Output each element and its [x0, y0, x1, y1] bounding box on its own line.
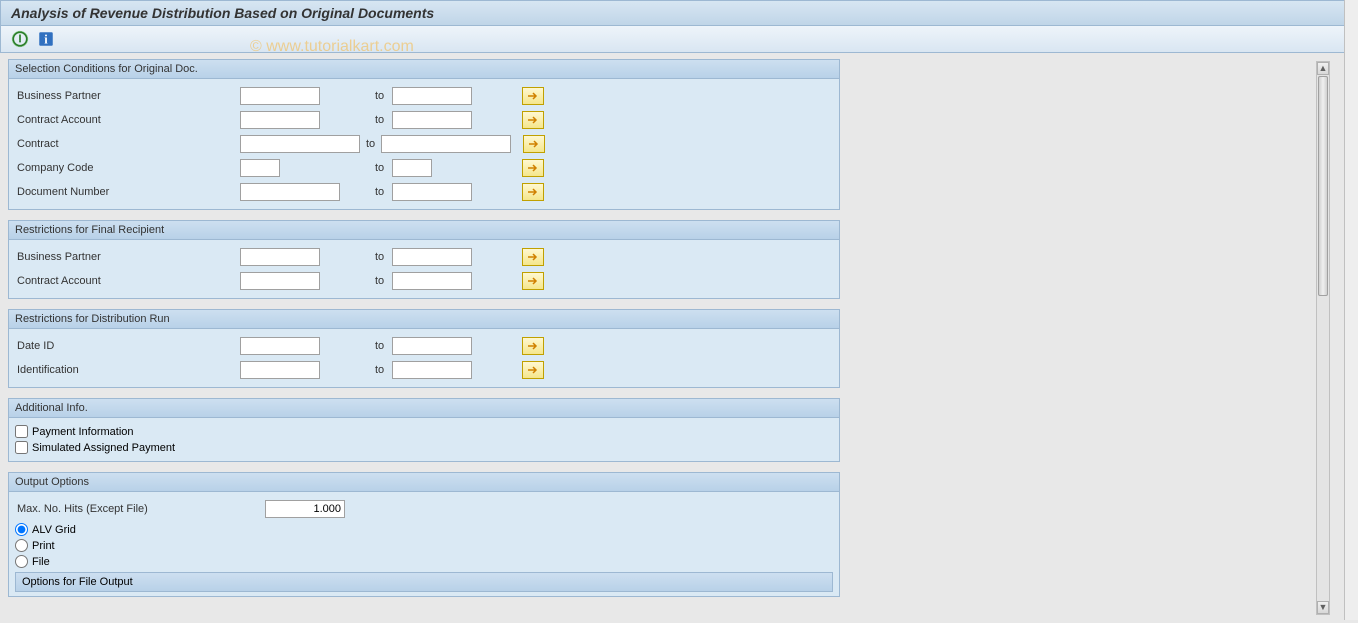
row-rec-contract-account: Contract Account to — [15, 270, 833, 292]
sub-group-header: Options for File Output — [15, 572, 833, 592]
alv-grid-radio[interactable] — [15, 523, 28, 536]
multi-select-button[interactable] — [522, 183, 544, 201]
document-number-to[interactable] — [392, 183, 472, 201]
checkbox-payment-info: Payment Information — [15, 425, 833, 438]
label: Identification — [15, 364, 240, 376]
group-header: Selection Conditions for Original Doc. — [9, 60, 839, 79]
company-code-from[interactable] — [240, 159, 280, 177]
print-radio[interactable] — [15, 539, 28, 552]
scroll-thumb[interactable] — [1318, 76, 1328, 296]
contract-from[interactable] — [240, 135, 360, 153]
group-header: Restrictions for Distribution Run — [9, 310, 839, 329]
multi-select-button[interactable] — [523, 135, 545, 153]
payment-information-checkbox[interactable] — [15, 425, 28, 438]
to-label: to — [375, 251, 384, 263]
contract-account-to[interactable] — [392, 111, 472, 129]
multi-select-button[interactable] — [522, 248, 544, 266]
group-header: Additional Info. — [9, 399, 839, 418]
radio-label: Print — [32, 540, 55, 552]
label: Contract Account — [15, 114, 240, 126]
right-panel: ▲ ▼ — [848, 53, 1358, 623]
checkbox-simulated-payment: Simulated Assigned Payment — [15, 441, 833, 454]
info-icon[interactable]: i — [37, 30, 55, 48]
checkbox-label: Payment Information — [32, 426, 134, 438]
row-date-id: Date ID to — [15, 335, 833, 357]
multi-select-button[interactable] — [522, 111, 544, 129]
business-partner-from[interactable] — [240, 87, 320, 105]
label: Document Number — [15, 186, 240, 198]
label: Contract — [15, 138, 240, 150]
date-id-from[interactable] — [240, 337, 320, 355]
toolbar: i — [0, 26, 1358, 53]
rec-business-partner-to[interactable] — [392, 248, 472, 266]
to-label: to — [375, 90, 384, 102]
multi-select-button[interactable] — [522, 361, 544, 379]
content-area: Selection Conditions for Original Doc. B… — [0, 53, 1358, 623]
execute-icon[interactable] — [11, 30, 29, 48]
window-title: Analysis of Revenue Distribution Based o… — [11, 5, 434, 21]
label: Contract Account — [15, 275, 240, 287]
label: Date ID — [15, 340, 240, 352]
to-label: to — [375, 364, 384, 376]
radio-file-row: File — [15, 555, 833, 568]
contract-account-from[interactable] — [240, 111, 320, 129]
row-contract-account: Contract Account to — [15, 109, 833, 131]
scrollbar-vertical[interactable]: ▲ ▼ — [1316, 61, 1330, 615]
to-label: to — [375, 114, 384, 126]
company-code-to[interactable] — [392, 159, 432, 177]
row-contract: Contract to — [15, 133, 833, 155]
label: Business Partner — [15, 90, 240, 102]
simulated-assigned-payment-checkbox[interactable] — [15, 441, 28, 454]
multi-select-button[interactable] — [522, 337, 544, 355]
row-company-code: Company Code to — [15, 157, 833, 179]
group-restrictions-distribution: Restrictions for Distribution Run Date I… — [8, 309, 840, 388]
label: Max. No. Hits (Except File) — [15, 503, 265, 515]
rec-business-partner-from[interactable] — [240, 248, 320, 266]
identification-to[interactable] — [392, 361, 472, 379]
row-rec-business-partner: Business Partner to — [15, 246, 833, 268]
checkbox-label: Simulated Assigned Payment — [32, 442, 175, 454]
multi-select-button[interactable] — [522, 272, 544, 290]
svg-text:i: i — [44, 33, 48, 47]
label: Company Code — [15, 162, 240, 174]
scroll-up-icon[interactable]: ▲ — [1317, 62, 1329, 75]
max-hits-input[interactable] — [265, 500, 345, 518]
rec-contract-account-from[interactable] — [240, 272, 320, 290]
row-identification: Identification to — [15, 359, 833, 381]
to-label: to — [375, 162, 384, 174]
outer-scrollbar[interactable] — [1344, 0, 1358, 620]
to-label: to — [366, 138, 375, 150]
contract-to[interactable] — [381, 135, 511, 153]
file-radio[interactable] — [15, 555, 28, 568]
identification-from[interactable] — [240, 361, 320, 379]
group-header: Output Options — [9, 473, 839, 492]
group-selection-conditions: Selection Conditions for Original Doc. B… — [8, 59, 840, 210]
rec-contract-account-to[interactable] — [392, 272, 472, 290]
group-header: Restrictions for Final Recipient — [9, 221, 839, 240]
group-restrictions-recipient: Restrictions for Final Recipient Busines… — [8, 220, 840, 299]
label: Business Partner — [15, 251, 240, 263]
to-label: to — [375, 340, 384, 352]
row-document-number: Document Number to — [15, 181, 833, 203]
radio-alv-grid-row: ALV Grid — [15, 523, 833, 536]
multi-select-button[interactable] — [522, 87, 544, 105]
date-id-to[interactable] — [392, 337, 472, 355]
radio-label: File — [32, 556, 50, 568]
main-panel: Selection Conditions for Original Doc. B… — [0, 53, 848, 623]
scroll-down-icon[interactable]: ▼ — [1317, 601, 1329, 614]
to-label: to — [375, 186, 384, 198]
row-business-partner: Business Partner to — [15, 85, 833, 107]
row-max-hits: Max. No. Hits (Except File) — [15, 498, 833, 520]
multi-select-button[interactable] — [522, 159, 544, 177]
business-partner-to[interactable] — [392, 87, 472, 105]
to-label: to — [375, 275, 384, 287]
group-additional-info: Additional Info. Payment Information Sim… — [8, 398, 840, 462]
radio-print-row: Print — [15, 539, 833, 552]
radio-label: ALV Grid — [32, 524, 76, 536]
document-number-from[interactable] — [240, 183, 340, 201]
window-title-bar: Analysis of Revenue Distribution Based o… — [0, 0, 1358, 26]
group-output-options: Output Options Max. No. Hits (Except Fil… — [8, 472, 840, 597]
